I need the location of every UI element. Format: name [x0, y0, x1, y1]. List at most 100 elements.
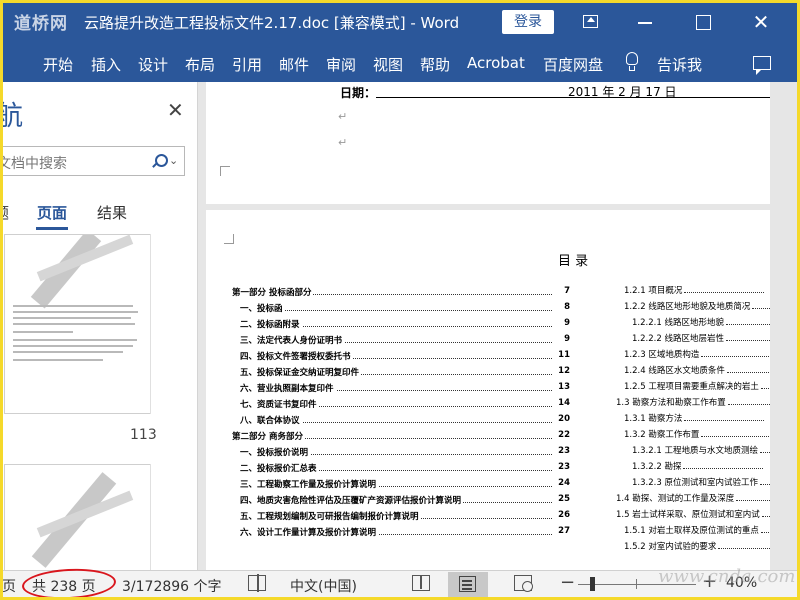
close-icon[interactable]: ✕: [748, 10, 774, 34]
toc-entry[interactable]: 1.2.5 工程项目需要重点解决的岩土: [624, 380, 770, 396]
toc-entry-text: 四、投标文件签署授权委托书: [240, 350, 353, 362]
tab-references[interactable]: 引用: [232, 54, 262, 75]
page-thumbnail[interactable]: [4, 464, 170, 570]
toc-entry[interactable]: 五、投标保证金交纳证明复印件 12: [240, 364, 570, 380]
tab-pages[interactable]: 页面: [37, 202, 67, 223]
toc-entry[interactable]: 1.3 勘察方法和勘察工作布置: [616, 396, 770, 412]
toc-entry[interactable]: 1.2.2.1 线路区地形地貌: [632, 316, 770, 332]
zoom-slider-thumb[interactable]: [590, 577, 595, 591]
tab-design[interactable]: 设计: [138, 54, 168, 75]
toc-leader-dots: [725, 334, 770, 341]
nav-close-icon[interactable]: ✕: [167, 98, 184, 122]
site-watermark: 道桥网: [14, 14, 68, 34]
minimize-icon[interactable]: [632, 10, 658, 34]
toc-leader-dots: [683, 462, 764, 469]
chevron-down-icon[interactable]: ⌄: [169, 154, 178, 167]
toc-entry[interactable]: 1.4 勘探、测试的工作量及深度: [616, 492, 770, 508]
toc-leader-dots: [759, 478, 770, 485]
toc-entry[interactable]: 1.5 岩土试样采取、原位测试和室内试: [616, 508, 770, 524]
toc-entry[interactable]: 1.2.2 线路区地形地貌及地质简况: [624, 300, 770, 316]
toc-entry[interactable]: 二、投标报价汇总表 23: [240, 460, 570, 476]
toc-entry-text: 1.2.4 线路区水文地质条件: [624, 366, 725, 376]
toc-entry[interactable]: 第二部分 商务部分 22: [232, 428, 570, 444]
toc-entry[interactable]: 一、投标函 8: [240, 300, 570, 316]
document-area[interactable]: 日期： 2011 年 2 月 17 日 ↵ ↵ 目 录 第一部分 投标函部分 7 一…: [198, 82, 800, 570]
toc-entry[interactable]: 六、设计工作量计算及报价计算说明 27: [240, 524, 570, 540]
toc-entry[interactable]: 1.5.1 对岩土取样及原位测试的重点: [624, 524, 770, 540]
toc-entry-text: 一、投标函: [240, 302, 285, 314]
toc-entry-text: 1.2.2.2 线路区地层岩性: [632, 334, 724, 344]
status-language[interactable]: 中文(中国): [290, 576, 357, 596]
tab-help[interactable]: 帮助: [420, 54, 450, 75]
zoom-out-button[interactable]: −: [560, 572, 575, 593]
tab-review[interactable]: 审阅: [326, 54, 356, 75]
tab-insert[interactable]: 插入: [91, 54, 121, 75]
toc-entry-page: 9: [562, 318, 570, 328]
toc-leader-dots: [701, 430, 770, 437]
tab-results[interactable]: 结果: [97, 202, 127, 223]
toc-entry[interactable]: 1.3.1 勘察方法: [624, 412, 765, 428]
toc-entry-page: 24: [556, 478, 570, 488]
document-page[interactable]: 目 录 第一部分 投标函部分 7 一、投标函 8 二、投标函附录 9 三、法定代表人身份证明…: [206, 210, 770, 570]
tab-view[interactable]: 视图: [373, 54, 403, 75]
toc-entry[interactable]: 1.3.2.2 勘探: [632, 460, 764, 476]
toc-entry[interactable]: 1.5.2 对室内试验的要求: [624, 540, 770, 554]
toc-entry-text: 1.3 勘察方法和勘察工作布置: [616, 398, 726, 408]
search-icon[interactable]: [152, 154, 168, 168]
toc-entry[interactable]: 五、工程规划编制及可研报告编制报价计算说明 26: [240, 508, 570, 524]
toc-entry-page: 7: [562, 286, 570, 296]
toc-entry[interactable]: 第一部分 投标函部分 7: [232, 284, 570, 300]
toc-entry[interactable]: 一、投标报价说明 23: [240, 444, 570, 460]
comments-icon[interactable]: [753, 56, 771, 75]
tell-me-box[interactable]: 告诉我: [657, 54, 702, 75]
toc-entry[interactable]: 四、地质灾害危险性评估及压覆矿产资源评估报价计算说明 25: [240, 492, 570, 508]
toc-entry[interactable]: 1.3.2.3 原位测试和室内试验工作: [632, 476, 770, 492]
search-input[interactable]: 文档中搜索: [0, 153, 67, 173]
read-mode-icon[interactable]: [412, 575, 430, 591]
tab-home[interactable]: 开始: [43, 54, 73, 75]
toc-entry[interactable]: 四、投标文件签署授权委托书 11: [240, 348, 570, 364]
toc-entry-text: 四、地质灾害危险性评估及压覆矿产资源评估报价计算说明: [240, 494, 464, 506]
login-button[interactable]: 登录: [502, 10, 554, 34]
macro-record-icon[interactable]: [248, 574, 266, 592]
toc-entry[interactable]: 二、投标函附录 9: [240, 316, 570, 332]
ribbon-display-options-icon[interactable]: [578, 10, 604, 34]
web-layout-icon[interactable]: [514, 575, 533, 592]
print-layout-button[interactable]: [448, 572, 488, 597]
tab-baidu-netdisk[interactable]: 百度网盘: [543, 54, 603, 75]
nav-search-box[interactable]: 文档中搜索 ⌄: [0, 146, 185, 176]
maximize-icon[interactable]: [690, 10, 716, 34]
crop-mark: [224, 234, 234, 244]
toc-entry[interactable]: 三、工程勘察工作量及报价计算说明 24: [240, 476, 570, 492]
page-thumbnail[interactable]: [4, 234, 170, 414]
page-thumbnail-adjacent[interactable]: [150, 234, 170, 414]
toc-entry[interactable]: 1.2.1 项目概况: [624, 284, 765, 300]
toc-entry[interactable]: 六、营业执照副本复印件 13: [240, 380, 570, 396]
document-page[interactable]: 日期： 2011 年 2 月 17 日 ↵ ↵: [206, 82, 770, 204]
toc-entry[interactable]: 1.3.2.1 工程地质与水文地质测绘: [632, 444, 770, 460]
toc-entry[interactable]: 1.2.4 线路区水文地质条件: [624, 364, 770, 380]
toc-entry[interactable]: 八、联合体协议 20: [240, 412, 570, 428]
crop-mark: [220, 166, 230, 176]
toc-entry[interactable]: 1.2.2.2 线路区地层岩性: [632, 332, 770, 348]
tab-headings[interactable]: 题: [0, 202, 9, 223]
toc-entry[interactable]: 七、资质证书复印件 14: [240, 396, 570, 412]
toc-entry[interactable]: 1.3.2 勘察工作布置: [624, 428, 770, 444]
status-page-fragment[interactable]: 页: [2, 576, 16, 596]
toc-entry-text: 三、工程勘察工作量及报价计算说明: [240, 478, 379, 490]
lightbulb-icon[interactable]: [624, 52, 640, 74]
toc-entry-text: 1.2.5 工程项目需要重点解决的岩土: [624, 382, 759, 392]
toc-entry-text: 1.3.2.2 勘探: [632, 462, 682, 472]
tab-layout[interactable]: 布局: [185, 54, 215, 75]
tab-acrobat[interactable]: Acrobat: [467, 54, 525, 72]
status-word-count[interactable]: 3/172896 个字: [122, 576, 222, 596]
toc-entry[interactable]: 三、法定代表人身份证明书 9: [240, 332, 570, 348]
page-thumbnail-adjacent[interactable]: [150, 464, 170, 570]
tab-mailings[interactable]: 邮件: [279, 54, 309, 75]
toc-entry-text: 1.5.2 对室内试验的要求: [624, 542, 717, 552]
toc-entry-text: 1.3.1 勘察方法: [624, 414, 683, 424]
toc-entry-text: 五、工程规划编制及可研报告编制报价计算说明: [240, 510, 421, 522]
toc-entry[interactable]: 1.2.3 区域地质构造: [624, 348, 770, 364]
toc-entry-page: 14: [556, 398, 570, 408]
toc-entry-text: 1.2.3 区域地质构造: [624, 350, 700, 360]
